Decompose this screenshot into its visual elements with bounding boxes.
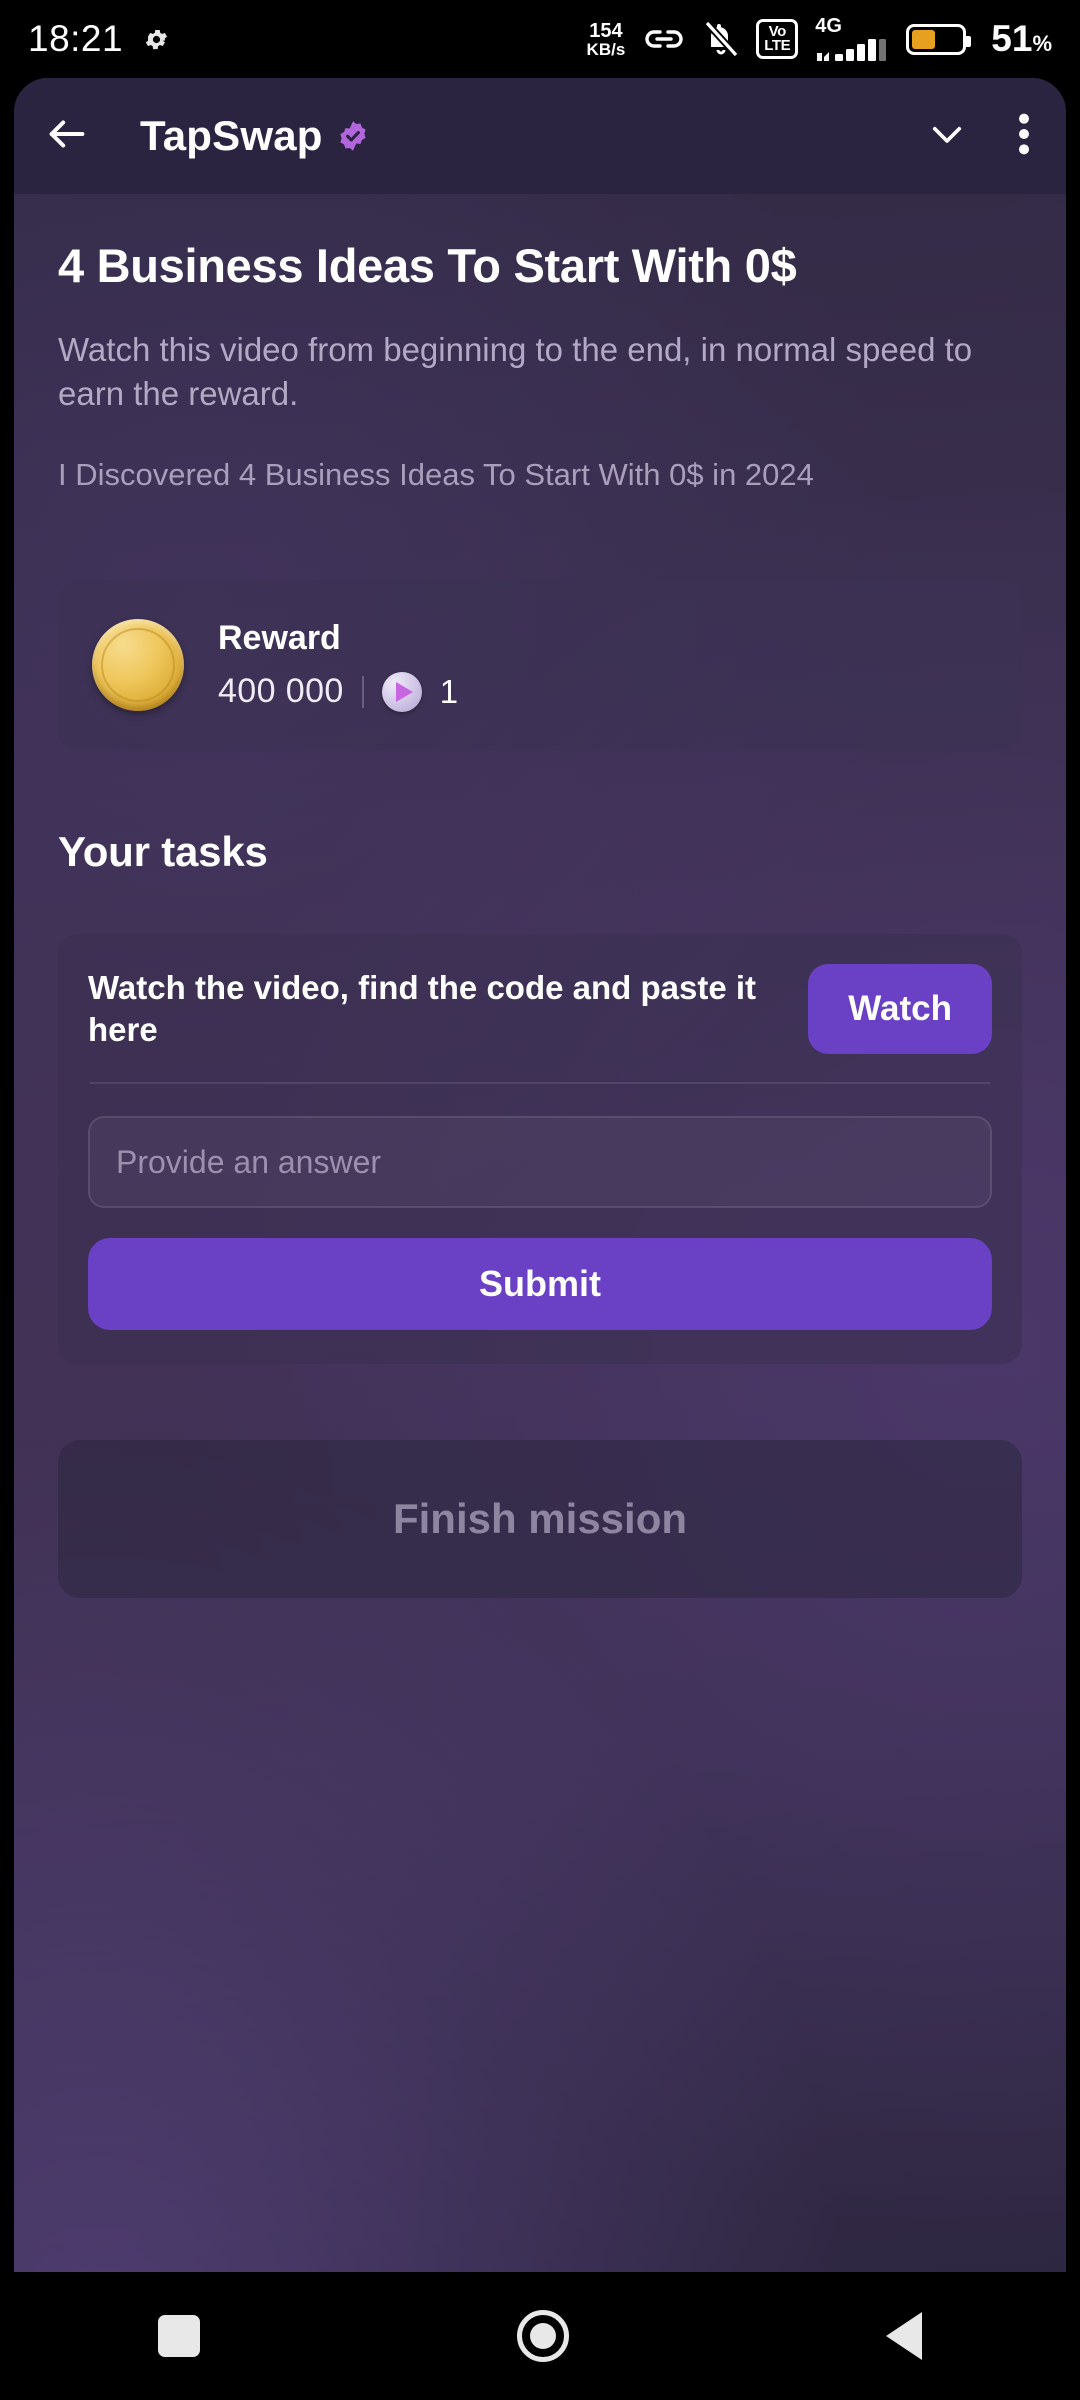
reward-values-row: 400 000 1 <box>218 671 459 712</box>
home-circle-icon[interactable] <box>516 2310 569 2362</box>
reward-info: Reward 400 000 1 <box>218 619 458 712</box>
app-title-group[interactable]: TapSwap <box>140 112 926 160</box>
task-divider <box>90 1082 990 1085</box>
network-speed-unit: KB/s <box>586 39 626 59</box>
play-badge-icon <box>381 671 422 712</box>
mission-subtitle: I Discovered 4 Business Ideas To Start W… <box>58 457 814 493</box>
battery-percent-value: 51 <box>991 18 1033 59</box>
reward-amount: 400 000 <box>218 672 344 711</box>
task-card: Watch the video, find the code and paste… <box>58 934 1022 1365</box>
mission-description: Watch this video from beginning to the e… <box>58 331 973 412</box>
mission-title: 4 Business Ideas To Start With 0$ <box>58 239 797 292</box>
status-time: 18:21 <box>28 18 124 59</box>
battery-icon <box>906 23 972 55</box>
back-triangle-icon[interactable] <box>885 2312 922 2360</box>
app-bar: TapSwap <box>14 78 1066 194</box>
submit-button[interactable]: Submit <box>88 1238 992 1331</box>
status-bar-right: 154 KB/s Vo LTE 4G 51% <box>587 16 1052 63</box>
section-title-your-tasks: Your tasks <box>58 828 268 876</box>
watch-button[interactable]: Watch <box>808 964 992 1055</box>
task-row: Watch the video, find the code and paste… <box>88 964 992 1055</box>
back-arrow-icon[interactable] <box>44 111 90 162</box>
more-vertical-icon[interactable] <box>1018 111 1030 162</box>
volte-icon: Vo LTE <box>756 19 799 59</box>
phone-screen: 18:21 154 KB/s Vo LTE 4G 51% TapSwap 4 B… <box>0 0 1080 2400</box>
gear-icon <box>143 26 170 53</box>
home-inner-dot <box>529 2323 556 2349</box>
android-nav-bar <box>0 2272 1080 2400</box>
reward-card: Reward 400 000 1 <box>58 580 1022 751</box>
reward-count: 1 <box>439 672 459 710</box>
bell-muted-icon <box>703 19 739 59</box>
reward-label: Reward <box>218 618 341 657</box>
status-bar-left: 18:21 <box>28 18 170 60</box>
task-description: Watch the video, find the code and paste… <box>88 969 757 1049</box>
verified-badge-icon <box>336 119 370 153</box>
signal-bars-icon: 4G <box>815 16 889 63</box>
network-speed-value: 154 <box>589 19 623 42</box>
network-type-label: 4G <box>815 14 842 37</box>
mission-content: 4 Business Ideas To Start With 0$ Watch … <box>14 194 1066 1599</box>
app-bar-actions <box>926 111 1030 162</box>
reward-separator <box>361 675 364 708</box>
network-speed-indicator: 154 KB/s <box>587 21 626 58</box>
volte-line-2: LTE <box>764 37 791 54</box>
play-triangle <box>395 681 413 702</box>
finish-mission-button[interactable]: Finish mission <box>58 1440 1022 1599</box>
link-icon <box>642 22 686 56</box>
battery-fill <box>912 29 936 49</box>
battery-percent: 51% <box>991 18 1052 60</box>
app-panel: TapSwap 4 Business Ideas To Start With 0… <box>14 78 1066 2278</box>
chevron-down-icon[interactable] <box>926 113 968 160</box>
status-bar: 18:21 154 KB/s Vo LTE 4G 51% <box>0 0 1080 78</box>
gold-coin-icon <box>92 619 184 712</box>
battery-percent-symbol: % <box>1032 31 1052 56</box>
app-name: TapSwap <box>140 112 323 159</box>
recents-square-icon[interactable] <box>158 2315 201 2357</box>
answer-input[interactable] <box>88 1116 992 1209</box>
